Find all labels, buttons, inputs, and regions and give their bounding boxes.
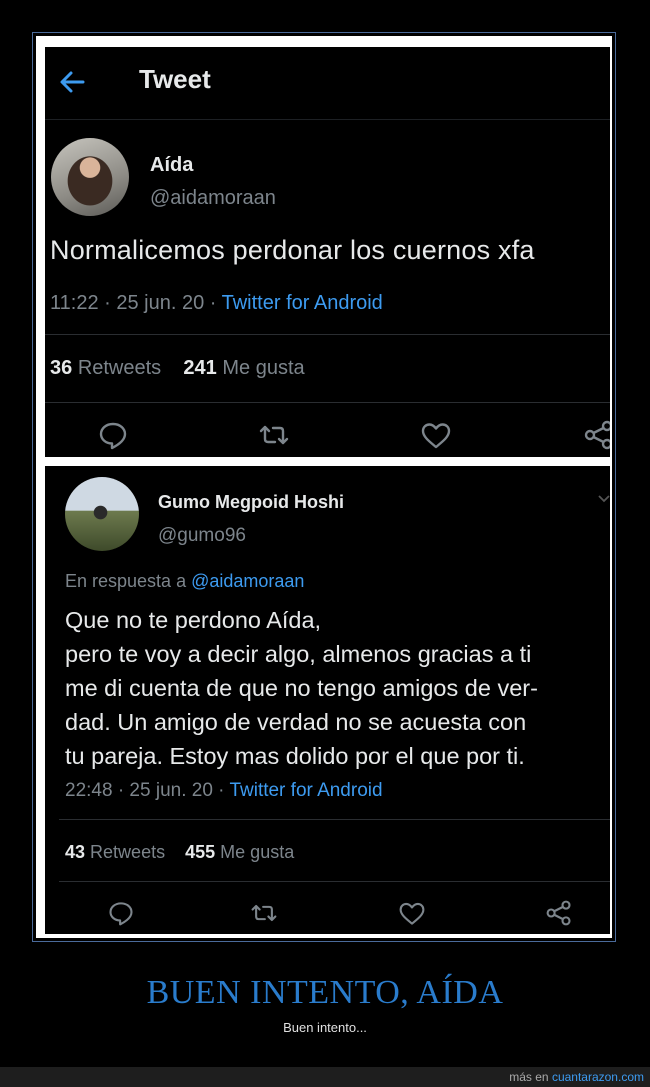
tweet-text: Que no te perdono Aída, pero te voy a de… [65,603,538,773]
likes-stat[interactable]: 455 Me gusta [185,842,294,862]
retweets-count: 36 [50,357,73,379]
likes-count: 455 [185,842,216,862]
reply-prefix: En respuesta a [65,571,192,591]
retweets-label: Retweets [90,842,166,862]
author-name[interactable]: Aída [150,154,193,177]
retweet-icon[interactable] [250,899,278,927]
timestamp: 22:48 · 25 jun. 20 · [65,780,230,801]
divider [45,402,610,403]
likes-count: 241 [183,357,217,379]
header-title: Tweet [139,64,211,94]
reply-context: En respuesta a @aidamoraan [65,571,304,592]
tweet-panel-1: Tweet Aída @aidamoraan Normalicemos perd… [45,47,610,457]
tweet-meta: 11:22 · 25 jun. 20 · Twitter for Android [50,292,383,315]
tweet-text-line: Que no te perdono Aída, [65,607,322,633]
like-icon[interactable] [420,420,452,452]
tweet-text-line: dad. Un amigo de verdad no se acuesta co… [65,709,527,735]
reply-icon[interactable] [97,419,129,451]
meme-frame: Tweet Aída @aidamoraan Normalicemos perd… [32,32,616,942]
share-icon[interactable] [545,899,573,927]
avatar[interactable] [51,138,129,216]
likes-stat[interactable]: 241 Me gusta [183,357,304,379]
footer-prefix: más en [509,1070,552,1084]
footer-text: más en cuantarazon.com [509,1070,644,1084]
post-subtitle: Buen intento... [283,1020,367,1035]
tweet-text-line: me di cuenta de que no tengo amigos de v… [65,675,538,701]
tweet-text: Normalicemos perdonar los cuernos xfa [50,235,535,265]
tweet-text-line: tu pareja. Estoy mas dolido por el que p… [65,743,525,769]
footer-bar: más en cuantarazon.com [0,1067,650,1087]
retweets-stat[interactable]: 36 Retweets [50,357,161,379]
share-icon[interactable] [583,419,610,451]
footer-link[interactable]: cuantarazon.com [552,1070,644,1084]
stats-row: 43 Retweets 455 Me gusta [65,842,294,863]
stats-row: 36 Retweets 241 Me gusta [50,357,305,380]
retweets-label: Retweets [77,357,162,379]
retweets-count: 43 [65,842,86,862]
frame-inner: Tweet Aída @aidamoraan Normalicemos perd… [36,36,612,938]
reply-icon[interactable] [107,899,135,927]
likes-label: Me gusta [222,357,305,379]
post-title: BUEN INTENTO, AÍDA [146,974,504,1011]
retweets-stat[interactable]: 43 Retweets [65,842,165,862]
divider [59,819,610,820]
retweet-icon[interactable] [258,419,290,451]
tweet-panel-2: Gumo Megpoid Hoshi @gumo96 En respuesta … [45,466,610,934]
tweet-meta: 22:48 · 25 jun. 20 · Twitter for Android [65,780,383,802]
author-handle[interactable]: @aidamoraan [150,187,276,210]
likes-label: Me gusta [220,842,295,862]
author-name[interactable]: Gumo Megpoid Hoshi [158,492,344,513]
like-icon[interactable] [398,900,426,928]
header-divider [45,119,610,120]
avatar[interactable] [65,477,139,551]
source-link[interactable]: Twitter for Android [229,780,382,801]
reply-handle-link[interactable]: @aidamoraan [191,571,304,591]
tweet-text-line: pero te voy a decir algo, almenos gracia… [65,641,532,667]
author-handle[interactable]: @gumo96 [158,525,246,547]
divider [45,334,610,335]
chevron-down-icon[interactable] [597,492,610,506]
back-arrow-icon[interactable] [57,67,87,97]
divider [59,881,610,882]
source-link[interactable]: Twitter for Android [222,292,383,314]
timestamp: 11:22 · 25 jun. 20 · [50,292,222,314]
